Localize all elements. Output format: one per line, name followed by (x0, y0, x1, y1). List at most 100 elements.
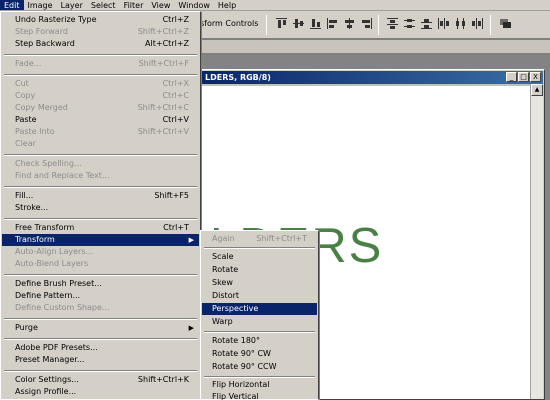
menu-item-label: Fill... (15, 191, 34, 200)
submenu-item-flip-vertical[interactable]: Flip Vertical (202, 391, 317, 400)
menu-window[interactable]: Window (174, 0, 214, 10)
menu-item-fade[interactable]: Fade... Shift+Ctrl+F (2, 58, 199, 70)
vertical-scrollbar[interactable]: ▲ (530, 84, 543, 399)
menu-item-shortcut: Shift+Ctrl+Z (137, 27, 189, 36)
submenu-item-again[interactable]: Again Shift+Ctrl+T (202, 233, 317, 245)
submenu-item-rotate-90-ccw[interactable]: Rotate 90° CCW (202, 361, 317, 373)
submenu-item-rotate-180[interactable]: Rotate 180° (202, 335, 317, 347)
menu-item-define-pattern[interactable]: Define Pattern... (2, 290, 199, 302)
menu-item-label: Copy Merged (15, 103, 68, 112)
submenu-item-scale[interactable]: Scale (202, 251, 317, 263)
menu-item-stroke[interactable]: Stroke... (2, 202, 199, 214)
distribute-right-icon[interactable] (471, 17, 484, 30)
menu-item-assign-profile[interactable]: Assign Profile... (2, 386, 199, 398)
submenu-item-rotate[interactable]: Rotate (202, 264, 317, 276)
menu-item-clear[interactable]: Clear (2, 138, 199, 150)
menu-edit[interactable]: Edit (0, 0, 24, 10)
menu-item-label: Assign Profile... (15, 387, 77, 396)
menu-separator (4, 370, 197, 372)
submenu-item-rotate-90-cw[interactable]: Rotate 90° CW (202, 348, 317, 360)
menu-item-shortcut: Ctrl+C (162, 91, 189, 100)
menu-item-free-transform[interactable]: Free Transform Ctrl+T (2, 222, 199, 234)
menu-item-cut[interactable]: Cut Ctrl+X (2, 78, 199, 90)
menu-layer[interactable]: Layer (57, 0, 87, 10)
menu-item-preset-manager[interactable]: Preset Manager... (2, 354, 199, 366)
menu-item-label: Again (212, 234, 235, 243)
menu-item-define-brush[interactable]: Define Brush Preset... (2, 278, 199, 290)
distribute-vertical-center-icon[interactable] (403, 17, 416, 30)
menu-item-shortcut: Shift+Ctrl+T (256, 234, 307, 243)
align-bottom-icon[interactable] (309, 17, 322, 30)
menu-filter[interactable]: Filter (120, 0, 148, 10)
menu-item-color-settings[interactable]: Color Settings... Shift+Ctrl+K (2, 374, 199, 386)
auto-align-layers-icon[interactable] (499, 17, 512, 30)
menu-item-label: Paste Into (15, 127, 55, 136)
menu-item-auto-blend[interactable]: Auto-Blend Layers (2, 258, 199, 270)
menu-item-label: Define Brush Preset... (15, 279, 102, 288)
menu-item-transform[interactable]: Transform ▶ (2, 234, 199, 246)
menu-item-label: Fade... (15, 59, 42, 68)
submenu-item-perspective[interactable]: Perspective (202, 303, 317, 315)
show-transform-controls-label[interactable]: sform Controls (200, 19, 258, 28)
transform-submenu: Again Shift+Ctrl+T Scale Rotate Skew Dist… (200, 230, 319, 400)
menu-item-shortcut: Ctrl+T (163, 223, 189, 232)
menu-item-pdf-presets[interactable]: Adobe PDF Presets... (2, 342, 199, 354)
menu-item-label: Rotate 180° (212, 336, 261, 345)
distribute-left-icon[interactable] (437, 17, 450, 30)
menu-item-check-spelling[interactable]: Check Spelling... (2, 158, 199, 170)
align-top-icon[interactable] (275, 17, 288, 30)
menu-separator (204, 331, 315, 333)
document-title-bar[interactable]: LDERS, RGB/8) (197, 71, 543, 84)
menu-item-copy[interactable]: Copy Ctrl+C (2, 90, 199, 102)
menu-item-label: Purge (15, 323, 38, 332)
menu-item-label: Undo Rasterize Type (15, 15, 97, 24)
distribute-top-icon[interactable] (386, 17, 399, 30)
submenu-item-skew[interactable]: Skew (202, 277, 317, 289)
menu-item-label: Scale (212, 252, 234, 261)
submenu-item-distort[interactable]: Distort (202, 290, 317, 302)
menu-item-define-shape[interactable]: Define Custom Shape... (2, 302, 199, 314)
submenu-item-flip-horizontal[interactable]: Flip Horizontal (202, 379, 317, 391)
menu-item-label: Rotate 90° CCW (212, 362, 277, 371)
submenu-arrow-icon: ▶ (188, 324, 194, 332)
menu-item-paste-into[interactable]: Paste Into Shift+Ctrl+V (2, 126, 199, 138)
close-button[interactable]: X (530, 72, 541, 82)
menu-item-label: Check Spelling... (15, 159, 82, 168)
scroll-up-icon[interactable]: ▲ (531, 84, 543, 96)
distribute-horizontal-center-icon[interactable] (454, 17, 467, 30)
menu-item-step-backward[interactable]: Step Backward Alt+Ctrl+Z (2, 38, 199, 50)
menu-item-shortcut: Alt+Ctrl+Z (145, 39, 189, 48)
menu-item-shortcut: Ctrl+X (162, 79, 189, 88)
menu-separator (4, 74, 197, 76)
align-left-icon[interactable] (326, 17, 339, 30)
menu-item-label: Flip Vertical (212, 392, 259, 400)
menu-item-paste[interactable]: Paste Ctrl+V (2, 114, 199, 126)
menu-item-undo[interactable]: Undo Rasterize Type Ctrl+Z (2, 14, 199, 26)
maximize-button[interactable]: □ (518, 72, 529, 82)
distribute-bottom-icon[interactable] (420, 17, 433, 30)
menu-item-fill[interactable]: Fill... Shift+F5 (2, 190, 199, 202)
menu-view[interactable]: View (147, 0, 174, 10)
menu-item-copy-merged[interactable]: Copy Merged Shift+Ctrl+C (2, 102, 199, 114)
menu-help[interactable]: Help (214, 0, 240, 10)
menu-item-auto-align[interactable]: Auto-Align Layers... (2, 246, 199, 258)
menu-item-purge[interactable]: Purge ▶ (2, 322, 199, 334)
minimize-button[interactable]: _ (506, 72, 517, 82)
menu-item-step-forward[interactable]: Step Forward Shift+Ctrl+Z (2, 26, 199, 38)
menu-item-label: Adobe PDF Presets... (15, 343, 98, 352)
menu-item-find-replace[interactable]: Find and Replace Text... (2, 170, 199, 182)
menu-item-label: Find and Replace Text... (15, 171, 110, 180)
menu-item-label: Flip Horizontal (212, 380, 270, 389)
menu-separator (4, 54, 197, 56)
menu-separator (4, 338, 197, 340)
menu-image[interactable]: Image (24, 0, 57, 10)
submenu-item-warp[interactable]: Warp (202, 316, 317, 328)
align-right-icon[interactable] (360, 17, 373, 30)
menu-item-shortcut: Shift+F5 (154, 191, 189, 200)
menu-item-label: Stroke... (15, 203, 49, 212)
align-vertical-center-icon[interactable] (292, 17, 305, 30)
menu-select[interactable]: Select (87, 0, 120, 10)
align-horizontal-center-icon[interactable] (343, 17, 356, 30)
menu-item-label: Auto-Align Layers... (15, 247, 94, 256)
menu-item-label: Color Settings... (15, 375, 79, 384)
